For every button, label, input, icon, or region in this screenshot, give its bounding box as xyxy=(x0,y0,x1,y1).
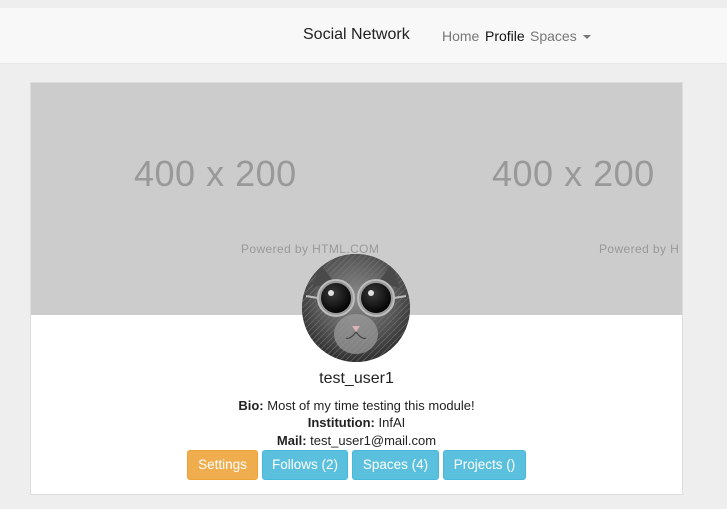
nav-link-profile[interactable]: Profile xyxy=(485,28,525,44)
cat-avatar-image xyxy=(302,254,410,362)
navbar: Social Network Home Profile Spaces xyxy=(0,8,727,64)
nav-dropdown-spaces[interactable]: Spaces xyxy=(530,28,591,44)
top-strip xyxy=(0,0,727,8)
bio-value: Most of my time testing this module! xyxy=(267,398,475,413)
institution-value: InfAI xyxy=(378,415,406,430)
placeholder-size-text: 400 x 200 xyxy=(134,153,297,194)
nav-link-spaces-label: Spaces xyxy=(530,28,577,44)
mail-line: Mail: test_user1@mail.com xyxy=(31,433,682,448)
bio-line: Bio: Most of my time testing this module… xyxy=(31,398,682,413)
projects-button[interactable]: Projects () xyxy=(443,450,526,480)
institution-line: Institution: InfAI xyxy=(31,415,682,430)
placeholder-powered-text: Powered by H xyxy=(599,242,680,256)
username: test_user1 xyxy=(319,370,394,387)
placeholder-size-text: 400 x 200 xyxy=(492,153,655,194)
follows-button[interactable]: Follows (2) xyxy=(262,450,348,480)
settings-button[interactable]: Settings xyxy=(187,450,258,480)
mail-label: Mail: xyxy=(276,433,307,448)
mail-value: test_user1@mail.com xyxy=(310,433,437,448)
caret-down-icon xyxy=(582,35,591,40)
navbar-brand[interactable]: Social Network xyxy=(303,26,410,44)
spaces-button[interactable]: Spaces (4) xyxy=(352,450,439,480)
profile-card: 400 x 200 400 x 200 Powered by HTML.COM … xyxy=(30,82,683,495)
institution-label: Institution: xyxy=(307,415,375,430)
nav-link-home[interactable]: Home xyxy=(442,28,479,44)
bio-label: Bio: xyxy=(238,398,264,413)
avatar xyxy=(302,254,410,362)
